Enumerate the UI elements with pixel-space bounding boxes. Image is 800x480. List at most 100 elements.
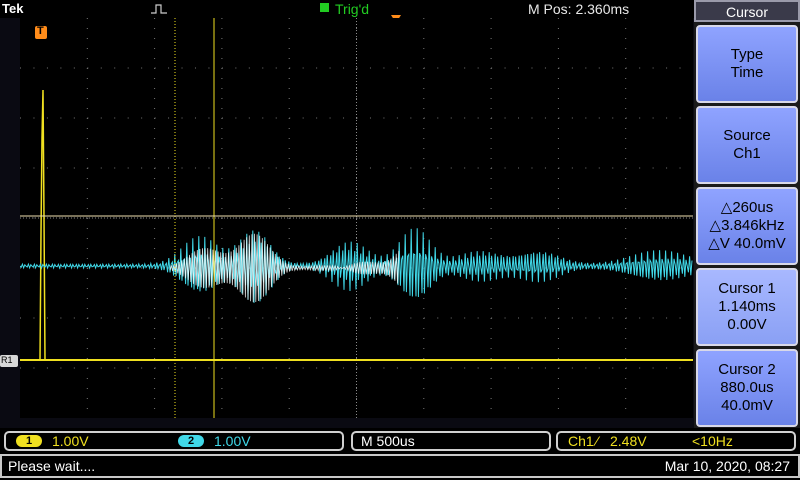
- grid-dot: [557, 298, 559, 299]
- grid-dot: [450, 67, 452, 69]
- grid-dot: [356, 88, 357, 89]
- cursor-source-button[interactable]: Source Ch1: [696, 106, 798, 184]
- cursor-type-button[interactable]: Type Time: [696, 25, 798, 103]
- grid-dot: [612, 117, 614, 119]
- grid-dot: [356, 338, 357, 339]
- grid-dot: [557, 348, 559, 349]
- grid-dot: [221, 378, 223, 379]
- cursor-1-button[interactable]: Cursor 1 1.140ms 0.00V: [696, 268, 798, 346]
- grid-dot: [557, 208, 559, 209]
- button-label: Type: [730, 46, 764, 63]
- grid-dot: [557, 98, 559, 99]
- cursor-menu: Cursor Type Time Source Ch1 △260us △3.84…: [694, 0, 800, 428]
- grid-dot: [288, 248, 290, 249]
- channel-scale-readout[interactable]: 1 1.00V 2 1.00V: [4, 431, 344, 451]
- grid-dot: [490, 108, 492, 109]
- grid-dot: [288, 308, 290, 309]
- grid-dot: [302, 117, 304, 119]
- grid-dot: [625, 348, 627, 349]
- grid-dot: [464, 67, 466, 69]
- grid-dot: [557, 78, 559, 79]
- grid-dot: [356, 367, 358, 369]
- grid-dot: [302, 317, 304, 319]
- grid-dot: [531, 367, 533, 369]
- grid-dot: [625, 88, 627, 89]
- grid-dot: [114, 117, 116, 119]
- grid-dot: [625, 178, 627, 179]
- grid-dot: [557, 398, 559, 399]
- cursor-2-time: 880.0us: [720, 379, 774, 396]
- grid-dot: [625, 278, 627, 279]
- grid-dot: [666, 317, 668, 319]
- grid-dot: [127, 117, 129, 119]
- grid-dot: [168, 117, 170, 119]
- grid-dot: [154, 208, 156, 209]
- grid-dot: [598, 67, 600, 69]
- grid-dot: [625, 18, 627, 19]
- grid-dot: [383, 117, 385, 119]
- grid-dot: [288, 328, 290, 329]
- grid-dot: [329, 167, 331, 169]
- grid-dot: [73, 367, 75, 369]
- grid-dot: [100, 67, 102, 69]
- grid-dot: [46, 117, 48, 119]
- cursor-1-voltage: 0.00V: [727, 316, 767, 333]
- grid-dot: [490, 398, 492, 399]
- grid-dot: [343, 367, 345, 369]
- grid-dot: [558, 317, 560, 319]
- waveform-display[interactable]: [20, 18, 693, 418]
- grid-dot: [557, 248, 559, 249]
- grid-dot: [343, 67, 345, 69]
- grid-dot: [491, 167, 493, 169]
- grid-dot: [248, 367, 250, 369]
- grid-dot: [396, 67, 398, 69]
- grid-dot: [423, 358, 425, 359]
- grid-dot: [288, 238, 290, 239]
- grid-dot: [114, 267, 116, 269]
- grid-dot: [356, 178, 357, 179]
- grid-dot: [490, 298, 492, 299]
- grid-dot: [396, 217, 398, 219]
- grid-dot: [87, 167, 89, 169]
- grid-dot: [612, 317, 614, 319]
- grid-dot: [154, 388, 156, 389]
- grid-dot: [423, 108, 425, 109]
- grid-dot: [544, 117, 546, 119]
- grid-dot: [531, 117, 533, 119]
- grid-dot: [490, 138, 492, 139]
- cursor-2-button[interactable]: Cursor 2 880.0us 40.0mV: [696, 349, 798, 427]
- grid-dot: [356, 148, 357, 149]
- grid-dot: [557, 328, 559, 329]
- grid-dot: [86, 28, 88, 29]
- trigger-readout[interactable]: Ch1 ⁄ 2.48V <10Hz: [556, 431, 796, 451]
- grid-dot: [288, 148, 290, 149]
- grid-dot: [208, 167, 210, 169]
- grid-dot: [666, 67, 668, 69]
- grid-dot: [423, 328, 425, 329]
- grid-dot: [194, 67, 196, 69]
- grid-dot: [369, 317, 371, 319]
- grid-dot: [221, 158, 223, 159]
- grid-dot: [585, 367, 587, 369]
- grid-dot: [221, 288, 223, 289]
- grid-dot: [557, 158, 559, 159]
- grid-dot: [410, 367, 412, 369]
- grid-dot: [423, 128, 425, 129]
- grid-dot: [518, 67, 520, 69]
- reference-marker-label: R1: [1, 355, 13, 365]
- timebase-readout[interactable]: M 500us: [351, 431, 551, 451]
- grid-dot: [168, 67, 170, 69]
- grid-dot: [490, 98, 492, 99]
- grid-dot: [557, 148, 559, 149]
- cursor-delta-readout-button[interactable]: △260us △3.846kHz △V 40.0mV: [696, 187, 798, 265]
- grid-dot: [477, 117, 479, 119]
- grid-dot: [557, 18, 559, 19]
- grid-dot: [86, 128, 88, 129]
- bottom-readout-bar: 1 1.00V 2 1.00V M 500us Ch1 ⁄ 2.48V <10H…: [0, 428, 800, 480]
- grid-dot: [557, 378, 559, 379]
- grid-dot: [612, 167, 614, 169]
- grid-dot: [557, 388, 559, 389]
- grid-dot: [221, 67, 223, 69]
- grid-dot: [450, 217, 452, 219]
- grid-dot: [557, 178, 559, 179]
